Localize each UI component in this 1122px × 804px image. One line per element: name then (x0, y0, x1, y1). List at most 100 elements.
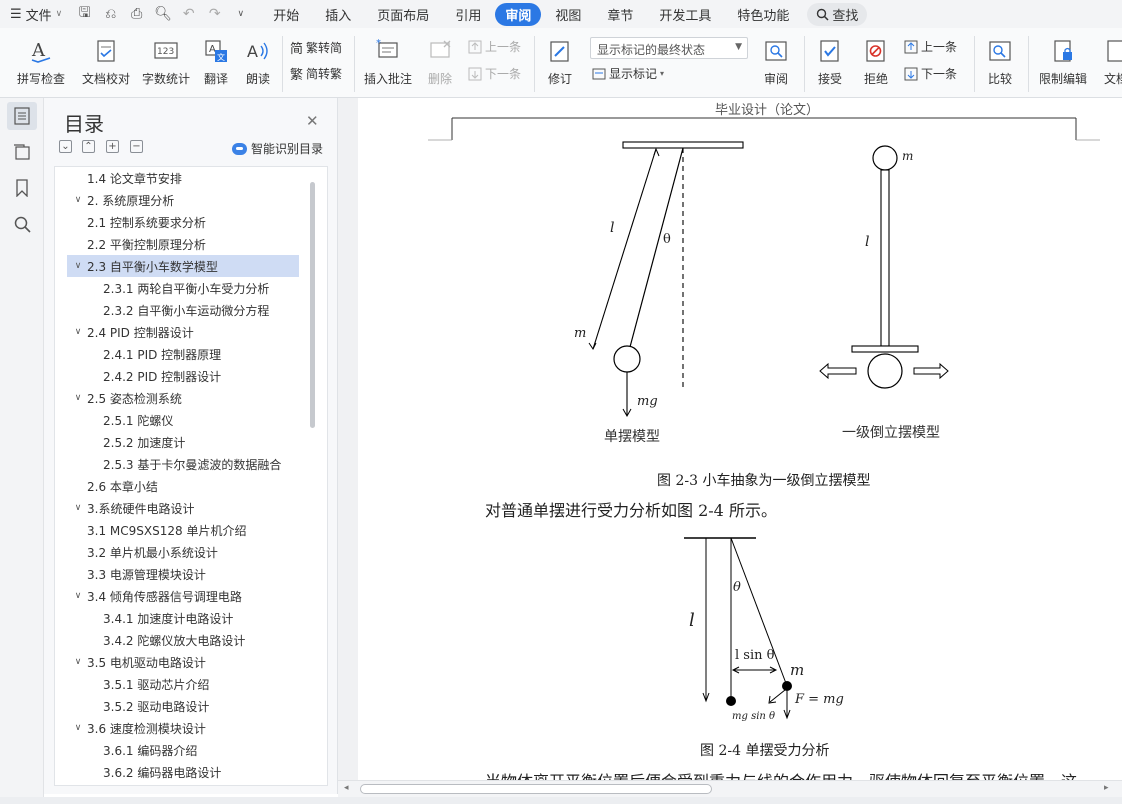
toc-item[interactable]: 2.4.2 PID 控制器设计 (67, 365, 299, 387)
document-page[interactable]: 毕业设计（论文） l θ m mg 单摆模型 m l 一级倒立摆模型 图 2-3… (358, 98, 1122, 780)
expand-up-icon[interactable]: ⌃ (82, 140, 95, 153)
translate-button[interactable]: A文 翻译 (198, 28, 234, 87)
tab-view[interactable]: 视图 (543, 3, 593, 26)
search-button[interactable]: 查找 (807, 2, 868, 26)
show-markup-button[interactable]: 显示标记 ▾ (592, 65, 664, 82)
accept-icon (820, 40, 839, 62)
accept-button[interactable]: 接受 (810, 28, 850, 87)
file-menu-button[interactable]: ☰ 文件 ∨ (0, 0, 70, 28)
insert-comment-button[interactable]: * 插入批注 (362, 28, 414, 87)
remove-heading-icon[interactable]: − (130, 140, 143, 153)
tab-features[interactable]: 特色功能 (725, 3, 801, 26)
chevron-down-icon[interactable]: ∨ (71, 327, 85, 337)
next-comment-button[interactable]: 下一条 (468, 65, 521, 82)
toc-item[interactable]: ∨ 2.3 自平衡小车数学模型 (67, 255, 299, 277)
toc-item[interactable]: 3.5.1 驱动芯片介绍 (67, 673, 299, 695)
track-changes-button[interactable]: 修订 (540, 28, 580, 87)
collapse-all-icon[interactable]: ⌄ (59, 140, 72, 153)
delete-comment-button[interactable]: 删除 (420, 28, 460, 87)
toc-item[interactable]: ∨ 2.5 姿态检测系统 (67, 387, 299, 409)
toc-panel-button[interactable] (7, 102, 37, 130)
trad-to-simp-button[interactable]: 简 繁转简 (290, 38, 342, 57)
prev-comment-button[interactable]: 上一条 (468, 38, 521, 55)
chevron-down-icon[interactable]: ∨ (71, 195, 85, 205)
review-pane-button[interactable]: 审阅 (756, 28, 796, 87)
figure-pendulum-models (588, 141, 949, 418)
chevron-down-icon[interactable]: ∨ (71, 591, 85, 601)
chevron-down-icon[interactable]: ∨ (71, 393, 85, 403)
tab-insert[interactable]: 插入 (313, 3, 363, 26)
tab-references[interactable]: 引用 (443, 3, 493, 26)
doc-proof-button[interactable]: 文档校对 (80, 28, 132, 87)
customize-chevron-icon[interactable]: ∨ (232, 9, 249, 19)
svg-text:A: A (247, 42, 258, 61)
toc-item[interactable]: 3.2 单片机最小系统设计 (67, 541, 299, 563)
close-icon[interactable]: ✕ (306, 112, 319, 130)
doc-rights-button[interactable]: 文档 (1096, 28, 1122, 87)
doc-rights-label: 文档 (1103, 72, 1122, 86)
find-button[interactable] (7, 210, 37, 238)
markup-mode-select[interactable]: 显示标记的最终状态 ▼ (590, 37, 748, 59)
toc-item[interactable]: 2.5.3 基于卡尔曼滤波的数据融合 (67, 453, 299, 475)
print-icon[interactable]: ⎙ (128, 6, 145, 22)
tab-review[interactable]: 审阅 (495, 2, 542, 26)
scroll-right-icon[interactable]: ▸ (1104, 783, 1109, 793)
redo-icon[interactable]: ↷ (206, 6, 223, 22)
restrict-edit-button[interactable]: 限制编辑 (1034, 28, 1092, 87)
undo-icon[interactable]: ↶ (180, 6, 197, 22)
toc-item[interactable]: 3.3 电源管理模块设计 (67, 563, 299, 585)
spell-check-button[interactable]: A 拼写检查 (12, 28, 70, 87)
compare-icon (989, 41, 1011, 61)
toc-item[interactable]: ∨ 2.4 PID 控制器设计 (67, 321, 299, 343)
next-change-button[interactable]: 下一条 (904, 65, 957, 82)
save-icon[interactable]: 🖫 (76, 2, 93, 26)
toc-item[interactable]: 2.2 平衡控制原理分析 (67, 233, 299, 255)
toc-scrollbar[interactable] (310, 182, 315, 428)
toc-item[interactable]: 2.1 控制系统要求分析 (67, 211, 299, 233)
chapter-nav-button[interactable] (7, 138, 37, 166)
toc-item[interactable]: 1.4 论文章节安排 (67, 167, 299, 189)
toc-item[interactable]: 2.3.1 两轮自平衡小车受力分析 (67, 277, 299, 299)
tab-page-layout[interactable]: 页面布局 (365, 3, 441, 26)
tab-home[interactable]: 开始 (261, 3, 311, 26)
toc-item[interactable]: 3.5.2 驱动电路设计 (67, 695, 299, 717)
add-heading-icon[interactable]: + (106, 140, 119, 153)
toc-item[interactable]: 2.6 本章小结 (67, 475, 299, 497)
simp-to-trad-button[interactable]: 繁 简转繁 (290, 64, 342, 83)
word-count-button[interactable]: 123 字数统计 (140, 28, 192, 87)
toc-item[interactable]: 2.3.2 自平衡小车运动微分方程 (67, 299, 299, 321)
tab-section[interactable]: 章节 (595, 3, 645, 26)
read-aloud-button[interactable]: A 朗读 (240, 28, 276, 87)
ribbon-separator (1028, 36, 1029, 92)
toc-item[interactable]: 2.5.1 陀螺仪 (67, 409, 299, 431)
print-preview-icon[interactable]: 🔍︎ (154, 6, 172, 22)
tab-developer[interactable]: 开发工具 (647, 3, 723, 26)
chevron-down-icon[interactable]: ∨ (71, 261, 85, 271)
scroll-left-icon[interactable]: ◂ (344, 783, 349, 793)
toc-item[interactable]: 2.5.2 加速度计 (67, 431, 299, 453)
toc-item[interactable]: 3.1 MC9SXS128 单片机介绍 (67, 519, 299, 541)
ai-toc-button[interactable]: 智能识别目录 (232, 140, 323, 157)
chevron-down-icon[interactable]: ∨ (71, 503, 85, 513)
toc-item[interactable]: ∨ 3.系统硬件电路设计 (67, 497, 299, 519)
chevron-down-icon[interactable]: ∨ (71, 657, 85, 667)
bookmark-button[interactable] (7, 174, 37, 202)
reject-button[interactable]: 拒绝 (856, 28, 896, 87)
prev-change-button[interactable]: 上一条 (904, 38, 957, 55)
toc-item[interactable]: 3.6.1 编码器介绍 (67, 739, 299, 761)
toc-item[interactable]: 3.4.1 加速度计电路设计 (67, 607, 299, 629)
toc-item[interactable]: ∨ 3.4 倾角传感器信号调理电路 (67, 585, 299, 607)
format-painter-icon[interactable]: ⎌ (102, 6, 119, 22)
toc-item[interactable]: 3.4.2 陀螺仪放大电路设计 (67, 629, 299, 651)
horizontal-scroll-thumb[interactable] (360, 784, 712, 794)
toc-item[interactable]: ∨ 2. 系统原理分析 (67, 189, 299, 211)
show-markup-icon (592, 68, 606, 79)
horizontal-scrollbar[interactable]: ◂ ▸ (338, 780, 1122, 797)
toc-item[interactable]: ∨ 3.6 速度检测模块设计 (67, 717, 299, 739)
toc-item[interactable]: ∨ 3.5 电机驱动电路设计 (67, 651, 299, 673)
compare-button[interactable]: 比较 (980, 28, 1020, 87)
toc-item[interactable]: 2.4.1 PID 控制器原理 (67, 343, 299, 365)
toc-item[interactable]: 3.6.2 编码器电路设计 (67, 761, 299, 783)
chevron-down-icon[interactable]: ∨ (71, 723, 85, 733)
toc-item-label: 2.4.1 PID 控制器原理 (103, 347, 222, 362)
